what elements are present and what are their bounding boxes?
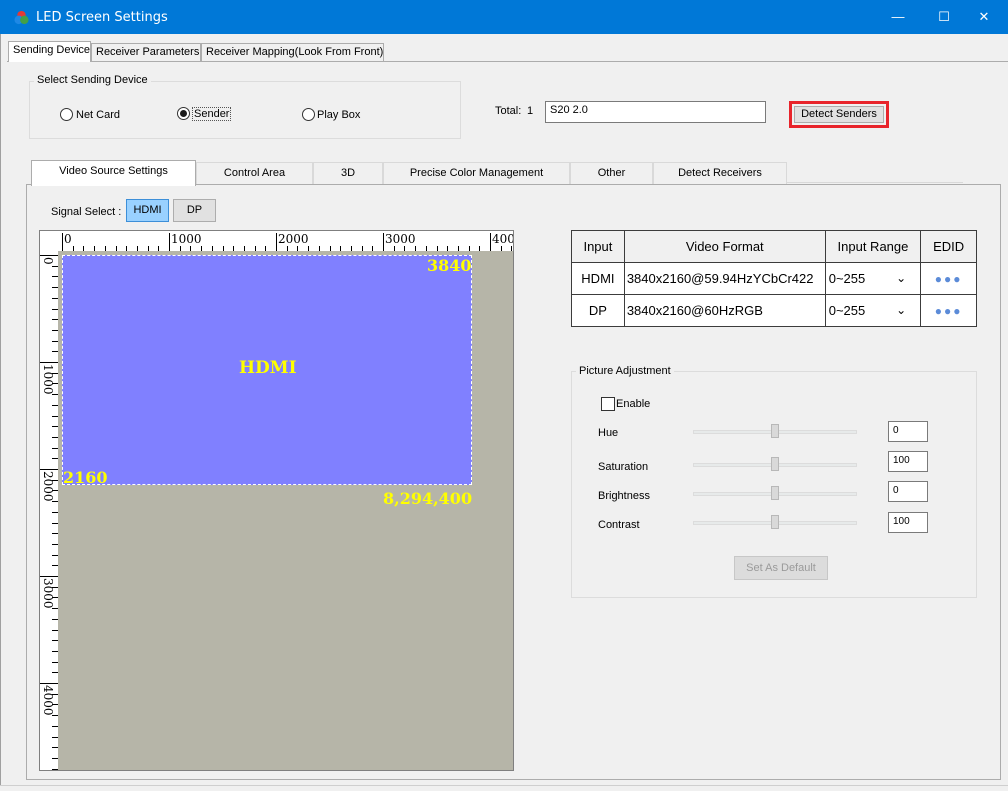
hue-value-field[interactable]: 0 [888,421,928,442]
table-row: HDMI 3840x2160@59.94HzYCbCr422 0~255 ⌄ ●… [571,262,977,295]
enable-label[interactable]: Enable [616,398,650,410]
column-header-video-format: Video Format [623,230,826,263]
picture-adjustment-title: Picture Adjustment [576,365,674,377]
app-logo-icon [14,10,29,25]
height-label: 2160 [63,468,108,487]
input-range-select[interactable]: 0~255 ⌄ [824,294,922,327]
ruler-tick [40,255,58,256]
source-label: HDMI [239,358,297,378]
net-card-radio[interactable] [60,108,73,121]
tab-precise-color-management[interactable]: Precise Color Management [383,162,570,184]
sending-device-field[interactable]: S20 2.0 [545,101,766,123]
window-bottom-border [0,785,1008,791]
ruler-label: 400 [492,232,514,246]
edid-button[interactable]: ●●● [920,294,977,327]
ruler-label: 2000 [278,232,309,246]
signal-select-label: Signal Select : [51,206,122,218]
signal-dp-button[interactable]: DP [173,199,216,222]
enable-checkbox[interactable] [601,397,615,411]
pixel-count-label: 8,294,400 [383,489,473,508]
edid-button[interactable]: ●●● [920,262,977,295]
ruler-tick [169,233,170,251]
signal-hdmi-button[interactable]: HDMI [126,199,169,222]
input-cell: DP [571,294,625,327]
input-range-select[interactable]: 0~255 ⌄ [824,262,922,295]
ruler-label: 3000 [385,232,416,246]
title-bar: LED Screen Settings — ☐ ✕ [0,0,1008,34]
hue-label: Hue [598,427,619,439]
more-dots-icon: ●●● [934,304,963,318]
play-box-radio[interactable] [302,108,315,121]
sender-label[interactable]: Sender [192,107,232,121]
ruler-tick [383,233,384,251]
contrast-slider-thumb[interactable] [771,515,779,529]
window-title: LED Screen Settings [36,10,168,25]
input-range-value: 0~255 [828,271,866,286]
saturation-label: Saturation [598,461,649,473]
saturation-value-field[interactable]: 100 [888,451,928,472]
tab-receiver-parameters[interactable]: Receiver Parameters [91,43,201,61]
top-tab-divider [7,61,1008,62]
brightness-value-field[interactable]: 0 [888,481,928,502]
hue-slider-thumb[interactable] [771,424,779,438]
tab-video-source-settings[interactable]: Video Source Settings [31,160,196,186]
tab-receiver-mapping[interactable]: Receiver Mapping(Look From Front) [201,43,384,61]
more-dots-icon: ●●● [934,272,963,286]
ruler-label: 1000 [171,232,202,246]
set-as-default-button[interactable]: Set As Default [734,556,828,580]
tab-3d[interactable]: 3D [313,162,383,184]
tab-control-area[interactable]: Control Area [196,162,313,184]
sending-device-group-title: Select Sending Device [34,74,151,86]
input-range-value: 0~255 [828,303,866,318]
ruler-tick [40,469,58,470]
format-cell: 3840x2160@59.94HzYCbCr422 [623,262,826,295]
chevron-down-icon: ⌄ [896,271,907,285]
close-button[interactable]: ✕ [966,6,1002,28]
net-card-label[interactable]: Net Card [76,109,120,121]
total-label: Total: [495,105,522,117]
ruler-label: 0 [64,232,72,246]
ruler-tick [490,233,491,251]
ruler-tick [40,683,58,684]
column-header-edid: EDID [920,230,977,263]
chevron-down-icon: ⌄ [896,303,907,317]
ruler-tick [40,576,58,577]
minimize-button[interactable]: — [880,6,916,28]
ruler-tick [40,362,58,363]
play-box-label[interactable]: Play Box [317,109,360,121]
column-header-input: Input [571,230,625,263]
format-cell: 3840x2160@60HzRGB [623,294,826,327]
total-value: 1 [527,105,534,117]
canvas-area[interactable]: 3840 HDMI 2160 8,294,400 [58,251,513,770]
tab-other[interactable]: Other [570,162,653,184]
ruler-label: 3000 [41,578,55,609]
brightness-label: Brightness [598,490,650,502]
ruler-label: 2000 [41,471,55,502]
detect-senders-button[interactable]: Detect Senders [794,106,884,123]
table-row: DP 3840x2160@60HzRGB 0~255 ⌄ ●●● [571,294,977,327]
tab-detect-receivers[interactable]: Detect Receivers [653,162,787,184]
ruler-label: 1000 [41,364,55,395]
ruler-tick [276,233,277,251]
width-label: 3840 [427,256,472,275]
video-format-table: Input Video Format Input Range EDID HDMI… [571,230,977,327]
maximize-button[interactable]: ☐ [926,6,962,28]
inner-tab-strip-line [787,182,963,183]
brightness-slider-thumb[interactable] [771,486,779,500]
column-header-input-range: Input Range [824,230,922,263]
ruler-label: 0 [41,257,55,265]
ruler-label: 4000 [41,685,55,716]
tab-sending-device[interactable]: Sending Device [8,41,91,62]
contrast-label: Contrast [598,519,640,531]
vertical-ruler: 0 1000 2000 3000 4000 [40,251,58,770]
table-header-row: Input Video Format Input Range EDID [571,230,977,263]
contrast-value-field[interactable]: 100 [888,512,928,533]
horizontal-ruler: 0 1000 2000 3000 400 [58,231,514,251]
signal-canvas[interactable]: 0 1000 2000 3000 400 0 1000 2000 3000 4000 3840 … [39,230,514,771]
sender-radio[interactable] [177,107,190,120]
saturation-slider-thumb[interactable] [771,457,779,471]
window-left-border [0,34,6,791]
input-cell: HDMI [571,262,625,295]
ruler-tick [62,233,63,251]
